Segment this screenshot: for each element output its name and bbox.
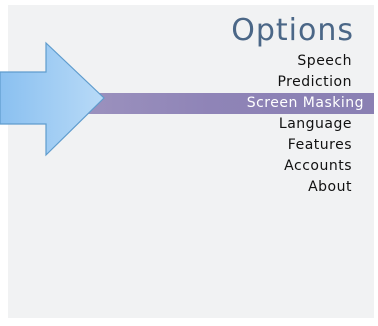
- page-title: Options: [231, 13, 354, 48]
- menu-item-about[interactable]: About: [8, 177, 374, 198]
- arrow-pointer-icon: [0, 41, 105, 157]
